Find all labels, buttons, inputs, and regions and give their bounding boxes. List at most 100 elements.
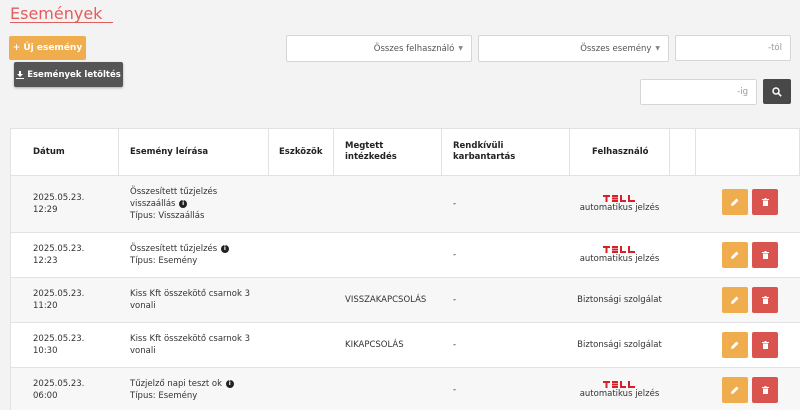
column-header-user: Felhasználó [592,146,649,157]
description-text: Összesített tűzjelzés [130,244,218,254]
info-icon[interactable]: i [225,379,234,388]
user-text: automatikus jelzés [579,388,660,399]
date-text: 2025.05.23. [33,244,85,254]
date-cell: 2025.05.23. 11:20 [33,278,84,322]
description-line-with-info: Tűzjelző napi teszt ok i [130,378,234,390]
edit-button[interactable] [722,189,748,215]
search-button[interactable] [763,79,791,104]
date-text: 2025.05.23. [33,379,85,389]
description-cell: Összesített tűzjelzés i Típus: Esemény [130,233,229,277]
user-cell: automatikus jelzés [570,233,669,277]
time-text: 10:30 [33,346,58,356]
event-filter-value: Összes esemény [580,43,652,54]
edit-button[interactable] [722,287,748,313]
edit-button[interactable] [722,332,748,358]
maintenance-cell: - [453,250,457,260]
delete-button[interactable] [752,332,778,358]
maintenance-cell: - [453,340,457,350]
column-header-maintenance: Rendkívüli karbantartás [453,129,515,175]
description-text: visszaállás [130,199,176,209]
date-text: 2025.05.23. [33,193,85,203]
column-header-date: Dátum [33,146,65,157]
action-cell: KIKAPCSOLÁS [345,340,404,350]
column-header-action-line1: Megtett [345,141,384,151]
search-icon [772,86,782,97]
user-filter-select[interactable]: Összes felhasználó ▼ [286,35,472,62]
description-text: Kiss Kft összekötő csarnok 3 [130,289,251,299]
pencil-icon [731,386,739,394]
description-text: Tűzjelző napi teszt ok [130,379,223,389]
user-cell: automatikus jelzés [570,176,669,232]
delete-button[interactable] [752,287,778,313]
date-cell: 2025.05.23. 06:00 [33,368,84,410]
pencil-icon [731,296,739,304]
event-filter-select[interactable]: Összes esemény ▼ [478,35,669,62]
user-text: automatikus jelzés [579,253,660,264]
user-cell: automatikus jelzés [570,368,669,410]
info-icon[interactable]: i [220,244,229,253]
description-cell: Összesített tűzjelzés visszaállás i Típu… [130,176,217,232]
new-event-label: Új esemény [23,43,83,53]
time-text: 12:23 [33,256,58,266]
trash-icon [761,341,769,349]
time-text: 06:00 [33,391,58,401]
column-header-maintenance-line1: Rendkívüli [453,141,504,151]
pencil-icon [731,341,739,349]
maintenance-cell: - [453,385,457,395]
trash-icon [761,296,769,304]
download-icon [16,70,25,79]
description-line-with-info: Összesített tűzjelzés i [130,243,229,255]
info-icon[interactable]: i [179,199,188,208]
date-text: 2025.05.23. [33,289,85,299]
date-cell: 2025.05.23. 12:23 [33,233,84,277]
description-line-with-info: visszaállás i [130,198,217,210]
date-text: 2025.05.23. [33,334,85,344]
trash-icon [761,251,769,259]
column-header-action-line2: intézkedés [345,152,397,162]
edit-button[interactable] [722,377,748,403]
events-table: Dátum Esemény leírása Eszközök Megtett i… [10,128,800,410]
user-filter-value: Összes felhasználó [373,43,455,54]
maintenance-cell: - [453,295,457,305]
description-cell: Kiss Kft összekötő csarnok 3 vonali [130,323,250,367]
event-type-text: Típus: Esemény [130,391,198,401]
event-type-text: Típus: Esemény [130,256,198,266]
new-event-button[interactable]: + Új esemény [9,36,86,60]
description-text: Kiss Kft összekötő csarnok 3 [130,334,251,344]
download-label: Események letöltés [27,69,121,80]
edit-button[interactable] [722,242,748,268]
description-cell: Kiss Kft összekötő csarnok 3 vonali [130,278,250,322]
description-text: vonali [130,301,156,311]
download-events-button[interactable]: Események letöltés [14,62,123,87]
chevron-down-icon: ▼ [655,45,660,52]
title-underline [10,22,113,23]
time-text: 12:29 [33,205,58,215]
date-cell: 2025.05.23. 10:30 [33,323,84,367]
tell-logo [603,380,635,388]
action-cell: VISSZAKAPCSOLÁS [345,295,427,305]
pencil-icon [731,198,739,206]
description-cell: Tűzjelző napi teszt ok i Típus: Esemény [130,368,234,410]
column-header-maintenance-line2: karbantartás [453,152,516,162]
plus-icon: + [12,43,21,53]
description-text: Összesített tűzjelzés [130,187,218,197]
delete-button[interactable] [752,242,778,268]
column-header-action: Megtett intézkedés [345,129,397,175]
user-cell: Biztonsági szolgálat [570,323,669,367]
event-type-text: Típus: Visszaállás [130,211,205,221]
delete-button[interactable] [752,377,778,403]
trash-icon [761,386,769,394]
date-to-input[interactable] [640,79,757,105]
time-text: 11:20 [33,301,58,311]
user-text: Biztonsági szolgálat [577,340,662,350]
date-from-input[interactable] [675,35,791,61]
user-cell: Biztonsági szolgálat [570,278,669,322]
delete-button[interactable] [752,189,778,215]
maintenance-cell: - [453,199,457,209]
description-text: vonali [130,346,156,356]
user-text: Biztonsági szolgálat [577,295,662,305]
date-cell: 2025.05.23. 12:29 [33,176,84,232]
user-text: automatikus jelzés [579,202,660,213]
page-title: Események [10,4,103,23]
pencil-icon [731,251,739,259]
